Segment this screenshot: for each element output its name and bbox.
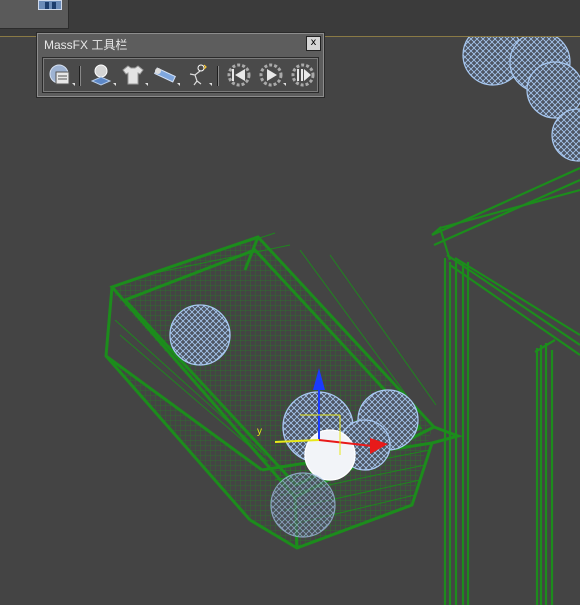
reset-simulation-button[interactable] — [227, 63, 251, 87]
toolbar-strip — [42, 57, 319, 93]
massfx-toolbar: MassFX 工具栏 x — [36, 32, 325, 98]
rigid-body-button[interactable] — [89, 63, 116, 87]
world-parameters-button[interactable] — [48, 63, 75, 87]
close-button[interactable]: x — [306, 36, 321, 51]
ragdoll-button[interactable] — [185, 63, 212, 87]
viewport[interactable]: y — [0, 37, 580, 605]
start-simulation-icon — [259, 63, 283, 87]
step-simulation-icon — [291, 63, 315, 87]
pause-icon[interactable] — [38, 0, 62, 10]
gizmo-y-label: y — [257, 426, 262, 437]
constraint-icon — [154, 67, 176, 83]
constraint-button[interactable] — [153, 63, 180, 87]
rigid-body-icon — [90, 64, 112, 86]
step-simulation-button[interactable] — [291, 63, 315, 87]
start-simulation-button[interactable] — [259, 63, 286, 87]
toolbar-title[interactable]: MassFX 工具栏 — [39, 35, 322, 55]
mcloth-icon — [122, 65, 144, 85]
mcloth-button[interactable] — [121, 63, 148, 87]
green-frame-right — [431, 166, 580, 605]
world-parameters-icon — [49, 64, 70, 85]
ragdoll-icon — [189, 64, 207, 86]
sphere-cluster-top-right — [462, 37, 580, 162]
reset-simulation-icon — [227, 63, 251, 87]
